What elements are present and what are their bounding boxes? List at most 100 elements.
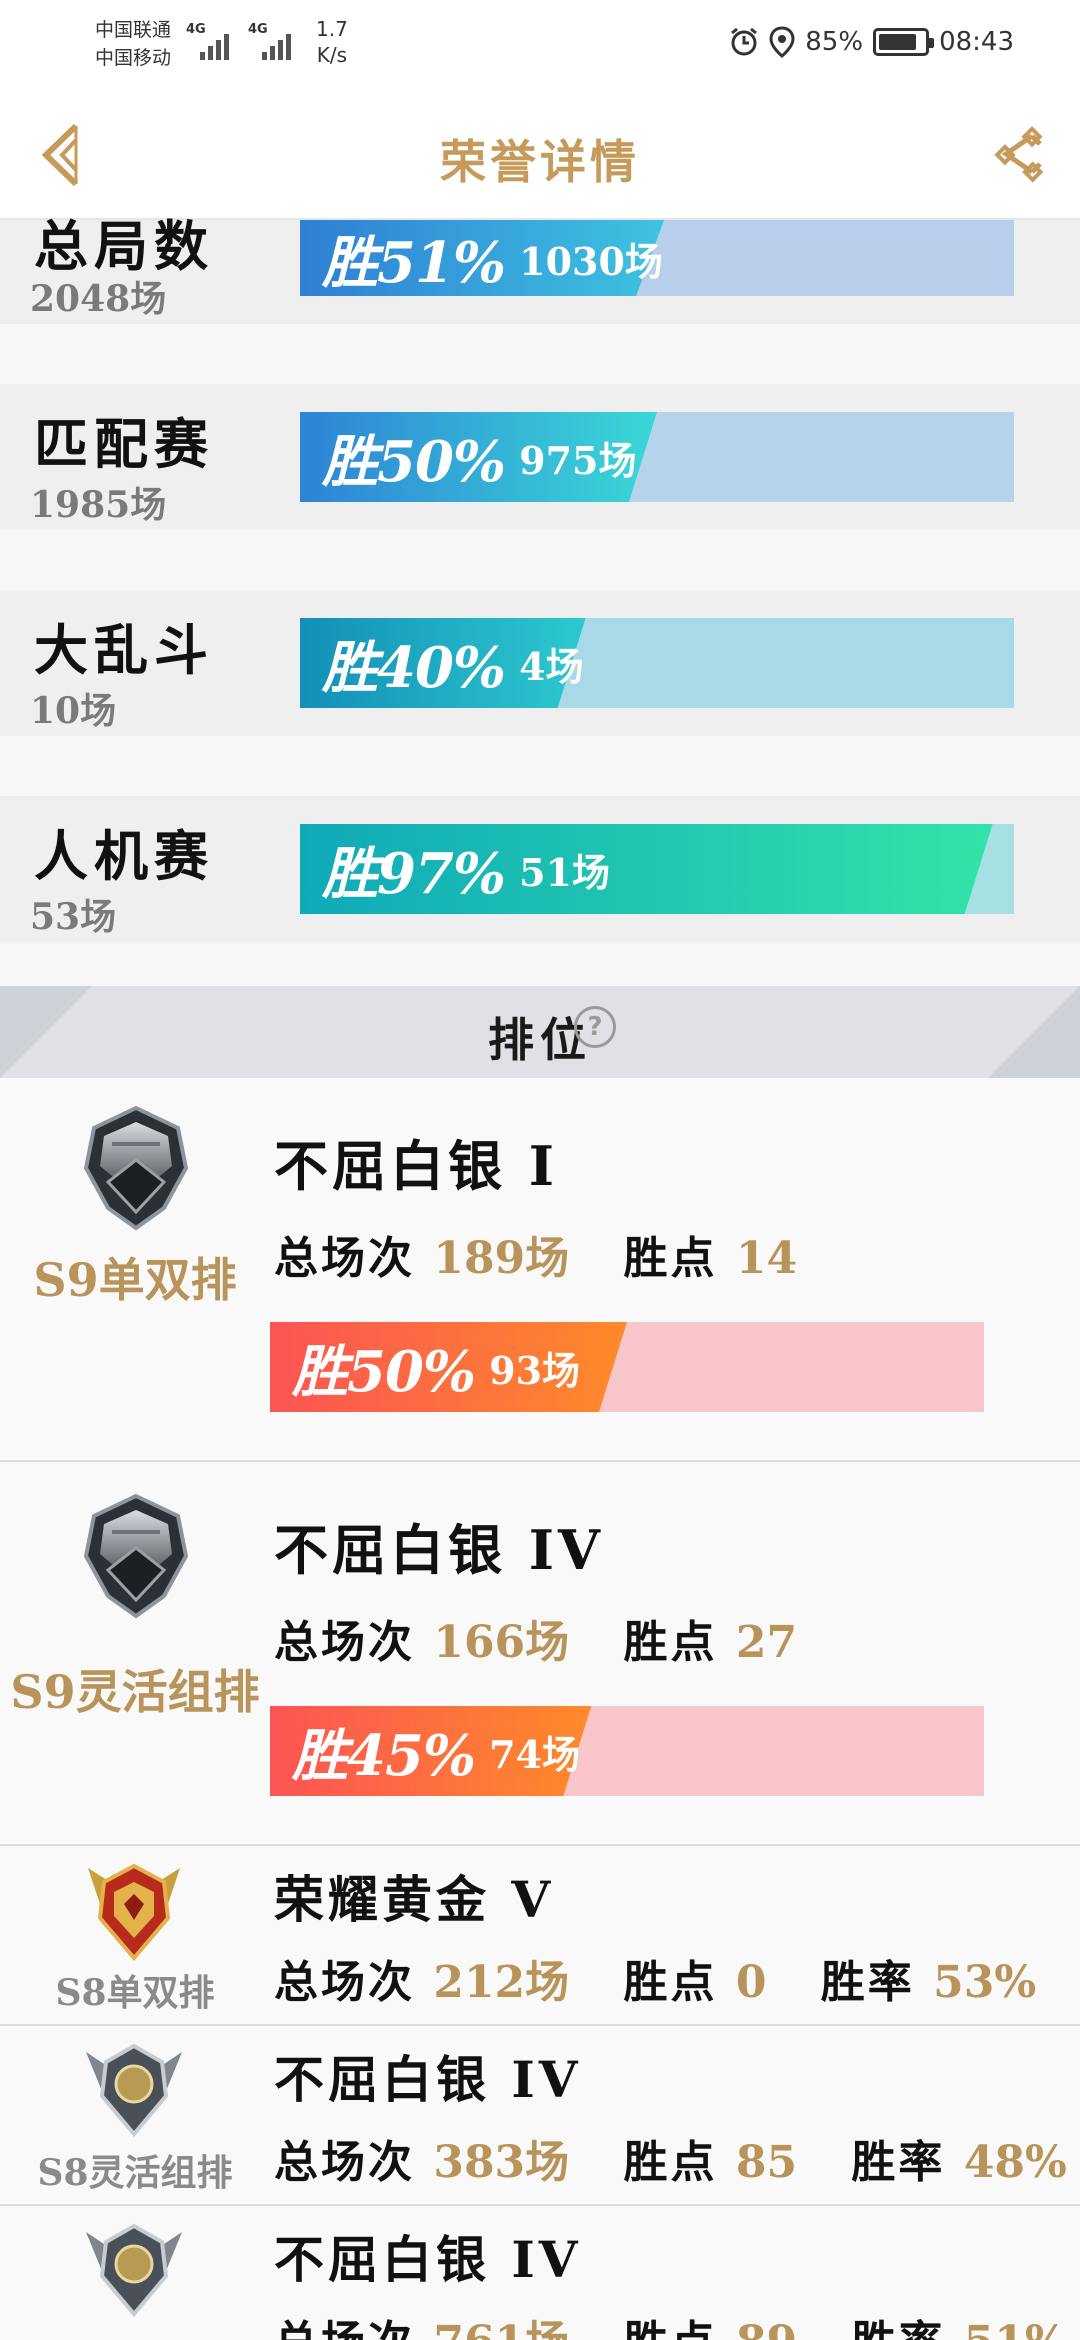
network-type-1: 4G	[186, 22, 206, 37]
win-rate-label: 胜97%	[322, 840, 506, 907]
share-icon	[994, 126, 1044, 183]
total-label: 总场次	[274, 1233, 415, 1284]
gold-emblem-icon	[88, 1863, 180, 1962]
win-rate-bar: 胜45% 74场	[270, 1706, 984, 1796]
season-stats: 总场次 189场 胜点 14	[274, 1222, 797, 1286]
bar-text: 胜45% 74场	[292, 1706, 580, 1796]
network-type-2: 4G	[248, 22, 268, 37]
season-stats: 总场次 212场 胜点 0 胜率 53%	[274, 1946, 1036, 2010]
points-value: 14	[735, 1233, 798, 1284]
win-rate-bar: 胜51% 1030场	[300, 220, 1014, 296]
network-speed: 1.7 K/s	[316, 16, 348, 68]
points-label: 胜点	[623, 1957, 718, 2008]
season-label: S9单双排	[33, 1253, 237, 1307]
tier-name: 不屈白银 IV	[274, 2050, 582, 2109]
win-rate-label: 胜45%	[292, 1722, 476, 1789]
alarm-icon	[731, 27, 758, 56]
mode-row-match: 匹配赛 1985场 胜50% 975场	[0, 384, 1080, 530]
location-icon	[769, 26, 795, 58]
win-count: 93场	[489, 1347, 581, 1393]
win-count: 1030场	[519, 238, 663, 284]
mode-name: 匹配赛	[34, 412, 214, 476]
carrier-1: 中国联通	[95, 19, 172, 41]
question-circle-icon[interactable]: ?	[574, 1006, 616, 1048]
nav-bar: 荣誉详情	[0, 86, 1080, 220]
total-label: 总场次	[274, 1617, 415, 1668]
signal-icon: 4G	[248, 22, 302, 60]
season-label: S8灵活组排	[37, 2152, 233, 2194]
mode-count: 1985场	[30, 484, 167, 526]
points-value: 89	[736, 2317, 797, 2340]
rate-value: 51%	[964, 2317, 1067, 2340]
win-rate-label: 胜50%	[292, 1338, 476, 1405]
rate-value: 53%	[933, 1957, 1037, 2008]
carrier-info: 中国联通 中国移动	[95, 16, 171, 72]
points-label: 胜点	[624, 2317, 718, 2340]
ranked-section-header: 排位 ?	[0, 986, 1080, 1078]
points-value: 85	[735, 2137, 798, 2188]
win-rate-bar: 胜50% 93场	[270, 1322, 984, 1412]
rate-label: 胜率	[851, 2137, 946, 2188]
tier-name: 不屈白银 IV	[274, 1518, 604, 1582]
win-count: 4场	[519, 643, 584, 689]
total-value: 166场	[433, 1617, 570, 1668]
win-count: 51场	[519, 849, 611, 895]
points-label: 胜点	[623, 1233, 718, 1284]
season-row-s8-solo[interactable]: S8单双排 荣耀黄金 V 总场次 212场 胜点 0 胜率 53%	[0, 1846, 1080, 2026]
win-rate-label: 胜50%	[322, 428, 506, 495]
status-right: 85% 08:43	[729, 22, 1014, 62]
total-label: 总场次	[274, 1957, 415, 2008]
silver-winged-emblem-icon	[86, 2043, 182, 2138]
season-row-s8-flex[interactable]: S8灵活组排 不屈白银 IV 总场次 383场 胜点 85 胜率 48%	[0, 2026, 1080, 2206]
win-count: 74场	[489, 1731, 581, 1777]
win-rate-bar: 胜97% 51场	[300, 824, 1014, 914]
network-speed-unit: K/s	[316, 43, 348, 67]
total-label: 总场次	[274, 2317, 415, 2340]
silver-emblem-icon	[83, 1105, 189, 1231]
bar-text: 胜50% 975场	[322, 412, 636, 502]
win-rate-bar: 胜50% 975场	[300, 412, 1014, 502]
mode-row-bot: 人机赛 53场 胜97% 51场	[0, 796, 1080, 942]
mode-row-aram: 大乱斗 10场 胜40% 4场	[0, 590, 1080, 736]
mode-count: 53场	[30, 896, 117, 938]
rate-value: 48%	[963, 2137, 1067, 2188]
signal-icon: 4G	[186, 22, 240, 60]
season-stats: 总场次 166场 胜点 27	[274, 1606, 797, 1670]
season-label: S8单双排	[55, 1972, 215, 2014]
total-value: 383场	[433, 2137, 570, 2188]
total-label: 总场次	[274, 2137, 415, 2188]
total-value: 189场	[433, 1233, 570, 1284]
season-row-partial[interactable]: 不屈白银 IV 总场次 761场 胜点 89 胜率 51%	[0, 2206, 1080, 2340]
silver-emblem-icon	[83, 1493, 189, 1619]
win-count: 975场	[519, 437, 637, 483]
points-value: 27	[735, 1617, 798, 1668]
tier-name: 不屈白银 IV	[274, 2230, 582, 2289]
points-label: 胜点	[623, 1617, 718, 1668]
win-rate-bar: 胜40% 4场	[300, 618, 1014, 708]
season-row-s9-solo[interactable]: S9单双排 不屈白银 I 总场次 189场 胜点 14 胜50% 93场	[0, 1078, 1080, 1462]
win-rate-label: 胜40%	[322, 634, 506, 701]
season-row-s9-flex[interactable]: S9灵活组排 不屈白银 IV 总场次 166场 胜点 27 胜45% 74场	[0, 1462, 1080, 1846]
season-stats: 总场次 383场 胜点 85 胜率 48%	[274, 2126, 1067, 2190]
rate-label: 胜率	[851, 2317, 945, 2340]
mode-row-total: 总局数 2048场 胜51% 1030场	[0, 214, 1080, 324]
page-title: 荣誉详情	[440, 135, 640, 189]
mode-name: 大乱斗	[34, 618, 214, 682]
battery-icon	[873, 28, 935, 56]
bar-text: 胜51% 1030场	[322, 220, 663, 296]
points-label: 胜点	[623, 2137, 718, 2188]
points-value: 0	[735, 1957, 767, 2008]
tier-name: 不屈白银 I	[274, 1134, 559, 1198]
carrier-2: 中国移动	[95, 47, 172, 69]
share-button[interactable]	[990, 124, 1050, 184]
season-stats: 总场次 761场 胜点 89 胜率 51%	[274, 2306, 1067, 2340]
total-value: 761场	[433, 2317, 569, 2340]
total-value: 212场	[433, 1957, 570, 2008]
network-speed-value: 1.7	[316, 17, 348, 41]
tier-name: 荣耀黄金 V	[274, 1870, 555, 1929]
bar-text: 胜50% 93场	[292, 1322, 580, 1412]
mode-name: 人机赛	[34, 824, 214, 888]
silver-winged-emblem-icon	[86, 2223, 182, 2318]
bar-text: 胜40% 4场	[322, 618, 584, 708]
win-rate-label: 胜51%	[322, 229, 506, 296]
